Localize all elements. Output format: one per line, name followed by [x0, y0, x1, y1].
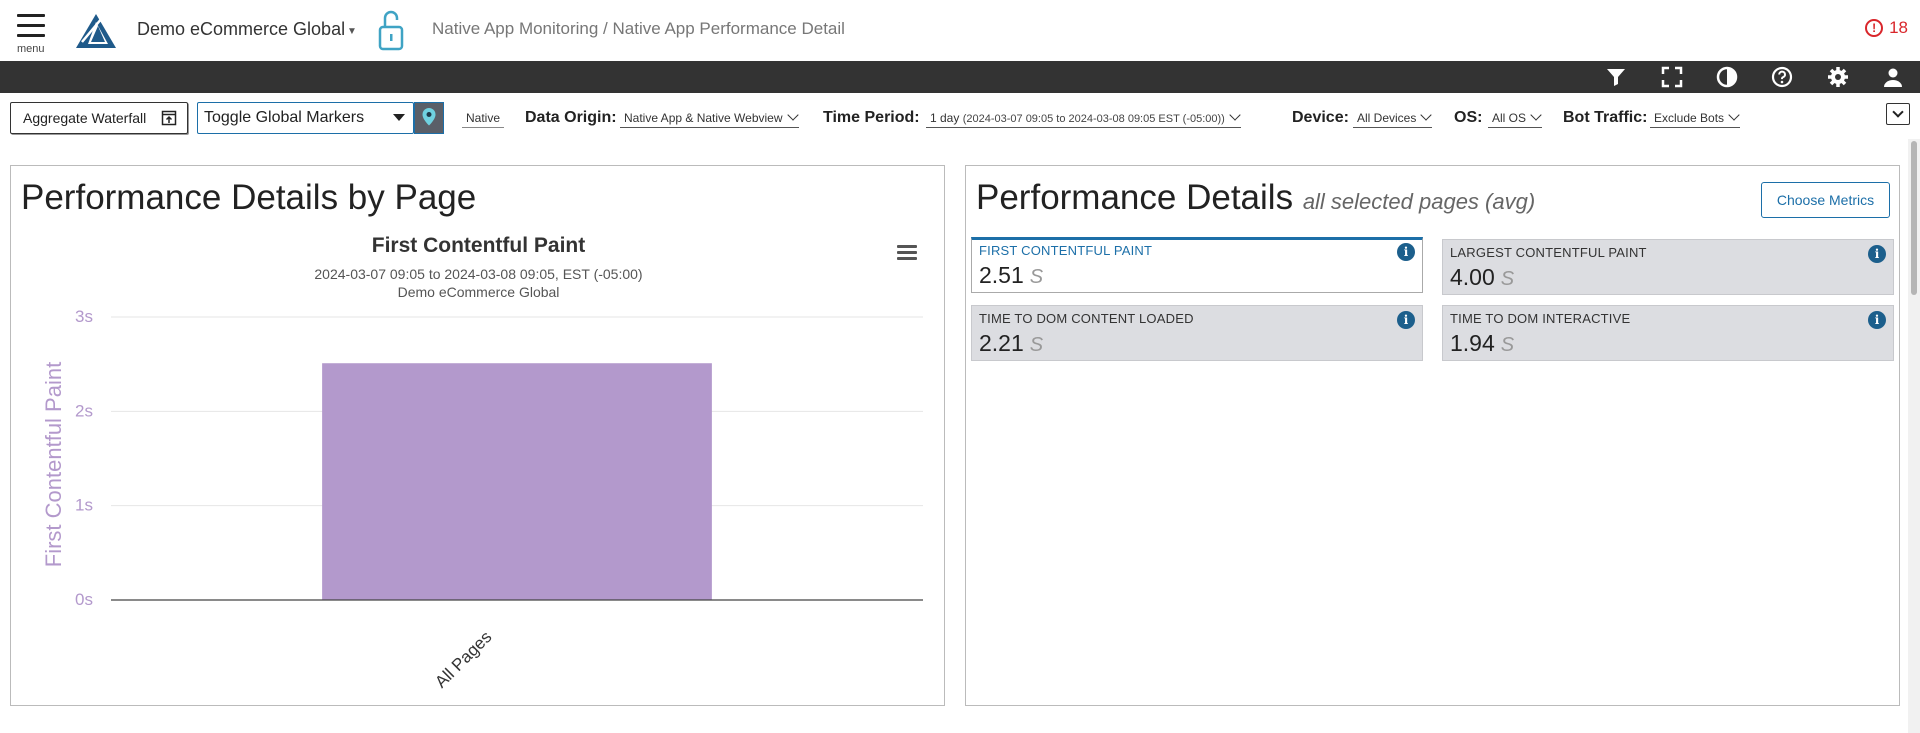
metric-label: First Contentful Paint: [979, 243, 1153, 258]
open-window-icon: [161, 110, 177, 126]
data-origin-dropdown[interactable]: Native App & Native Webview: [620, 109, 799, 128]
metric-value: 1.94 S: [1450, 330, 1515, 356]
bar: [322, 363, 712, 600]
menu-button[interactable]: menu: [14, 12, 48, 56]
info-icon[interactable]: i: [1868, 245, 1886, 263]
device-label: Device:: [1292, 109, 1349, 126]
info-icon[interactable]: i: [1397, 243, 1415, 261]
time-period-label: Time Period:: [823, 109, 920, 126]
breadcrumb: Native App Monitoring / Native App Perfo…: [432, 19, 845, 38]
metric-value: 2.21 S: [979, 330, 1044, 356]
metric-card-largest-contentful-paint[interactable]: Largest Contentful Paint 4.00 S i: [1442, 239, 1894, 295]
os-dropdown[interactable]: All OS: [1488, 109, 1543, 128]
filter-bar: Aggregate Waterfall Toggle Global Marker…: [0, 93, 1920, 139]
unlock-icon[interactable]: [376, 7, 406, 51]
chevron-down-icon: [1420, 109, 1433, 121]
panel-title: Performance Details all selected pages (…: [976, 178, 1535, 218]
fullscreen-icon[interactable]: [1660, 65, 1684, 89]
performance-details-panel: Performance Details all selected pages (…: [965, 165, 1900, 706]
map-pin-icon: [422, 108, 436, 126]
dropdown-caret-icon: [393, 114, 405, 121]
chevron-down-icon: [1728, 109, 1740, 121]
top-header: menu Demo eCommerce Global ▼ Native App …: [0, 0, 1920, 61]
alerts-indicator[interactable]: ! 18: [1865, 18, 1908, 38]
time-period-dropdown[interactable]: 1 day (2024-03-07 09:05 to 2024-03-08 09…: [926, 109, 1241, 128]
performance-details-subtitle: all selected pages (avg): [1302, 189, 1536, 214]
os-label: OS:: [1454, 109, 1483, 126]
collapse-filters-button[interactable]: [1886, 103, 1910, 125]
chevron-down-icon: [786, 109, 799, 121]
scrollbar-thumb[interactable]: [1911, 141, 1917, 295]
y-tick-label: 0s: [75, 590, 93, 609]
first-contentful-paint-chart: 0s 1s 2s 3s All Pages First Contentful Paint: [41, 307, 923, 692]
bot-traffic-label: Bot Traffic:: [1563, 109, 1648, 126]
user-profile-icon[interactable]: [1881, 65, 1905, 89]
help-icon[interactable]: [1770, 65, 1794, 89]
y-tick-label: 3s: [75, 307, 93, 326]
alert-count: 18: [1889, 18, 1908, 37]
brand-logo-icon: [76, 14, 116, 48]
chevron-down-icon: [1892, 106, 1904, 118]
info-icon[interactable]: i: [1868, 311, 1886, 329]
global-markers-value: Toggle Global Markers: [204, 109, 365, 126]
aggregate-waterfall-button[interactable]: Aggregate Waterfall: [10, 102, 188, 134]
metric-label: Largest Contentful Paint: [1450, 245, 1647, 260]
alert-icon: !: [1865, 19, 1884, 37]
metric-label: Time to DOM Content Loaded: [979, 311, 1194, 326]
y-tick-label: 1s: [75, 496, 93, 515]
global-markers-select[interactable]: Toggle Global Markers: [197, 102, 414, 134]
metric-label: Time to DOM Interactive: [1450, 311, 1631, 326]
data-origin-label: Data Origin:: [525, 109, 617, 126]
aggregate-waterfall-label: Aggregate Waterfall: [23, 110, 147, 126]
app-selector-caret-icon[interactable]: ▼: [347, 26, 357, 37]
performance-details-title: Performance Details: [976, 178, 1294, 217]
choose-metrics-button[interactable]: Choose Metrics: [1761, 182, 1890, 218]
bot-traffic-dropdown[interactable]: Exclude Bots: [1650, 109, 1741, 128]
page-scrollbar[interactable]: [1908, 139, 1920, 733]
performance-by-page-panel: Performance Details by Page First Conten…: [10, 165, 945, 706]
metric-value: 4.00 S: [1450, 264, 1515, 290]
platform-tag[interactable]: Native: [462, 111, 505, 128]
metric-card-dom-interactive[interactable]: Time to DOM Interactive 1.94 S i: [1442, 305, 1894, 361]
menu-label: menu: [17, 43, 45, 55]
metric-value: 2.51 S: [979, 262, 1044, 288]
filter-icon[interactable]: [1604, 65, 1628, 89]
app-selector[interactable]: Demo eCommerce Global: [137, 19, 345, 40]
global-toolbar: [0, 61, 1920, 93]
metric-card-dom-content-loaded[interactable]: Time to DOM Content Loaded 2.21 S i: [971, 305, 1423, 361]
y-tick-label: 2s: [75, 401, 93, 420]
y-axis-title: First Contentful Paint: [41, 362, 66, 567]
chevron-down-icon: [1530, 109, 1542, 121]
settings-gear-icon[interactable]: [1826, 65, 1850, 89]
info-icon[interactable]: i: [1397, 311, 1415, 329]
metric-card-first-contentful-paint[interactable]: First Contentful Paint 2.51 S i: [971, 237, 1423, 293]
device-dropdown[interactable]: All Devices: [1353, 109, 1433, 128]
x-tick-label: All Pages: [431, 627, 495, 691]
chevron-down-icon: [1229, 109, 1241, 121]
hamburger-icon: [17, 14, 45, 17]
contrast-icon[interactable]: [1715, 65, 1739, 89]
markers-pin-button[interactable]: [414, 102, 444, 134]
